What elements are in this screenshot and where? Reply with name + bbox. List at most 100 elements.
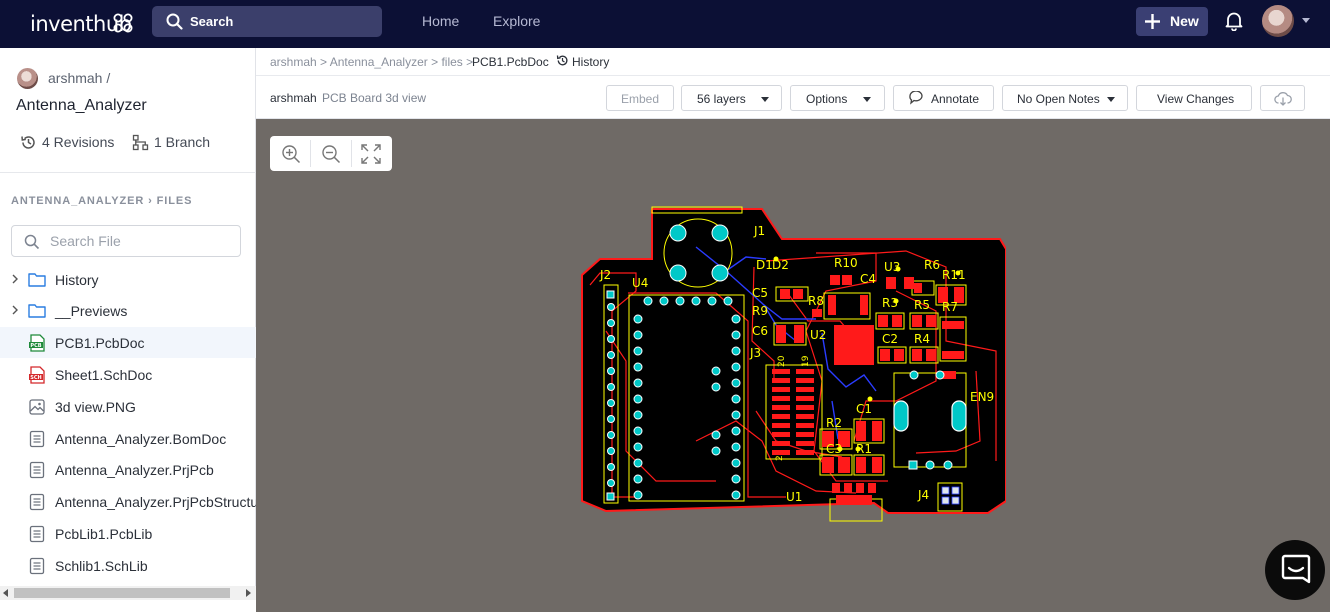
breadcrumb-current: PCB1.PcbDoc bbox=[472, 55, 549, 69]
zoom-out-button[interactable] bbox=[311, 136, 351, 171]
top-navbar: inventhub Search Home Explore New bbox=[0, 0, 1330, 48]
tree-item-3dview[interactable]: 3d view.PNG bbox=[0, 391, 256, 422]
breadcrumb-path[interactable]: arshmah > Antenna_Analyzer > files > bbox=[270, 55, 473, 69]
pcb-label: J1 bbox=[753, 224, 765, 238]
annotate-button[interactable]: Annotate bbox=[893, 85, 994, 111]
tree-item-label: __Previews bbox=[55, 303, 128, 319]
search-label: Search bbox=[190, 14, 234, 29]
open-notes-label: No Open Notes bbox=[1017, 92, 1100, 106]
chevron-right-icon[interactable] bbox=[11, 274, 19, 284]
plus-icon bbox=[1145, 14, 1160, 29]
tree-item-prjpcbstructure[interactable]: Antenna_Analyzer.PrjPcbStructure bbox=[0, 486, 271, 517]
tree-item-sheet1[interactable]: SCH Sheet1.SchDoc bbox=[0, 359, 256, 390]
user-avatar[interactable] bbox=[1262, 5, 1294, 37]
toolbar-owner[interactable]: arshmah bbox=[270, 91, 317, 105]
sidebar-divider bbox=[0, 172, 256, 173]
pcb-label: U2 bbox=[810, 328, 826, 342]
zoom-controls bbox=[270, 136, 392, 171]
download-button[interactable] bbox=[1260, 85, 1305, 111]
pcb-label: 2 bbox=[775, 455, 785, 461]
tree-item-pcblib1[interactable]: PcbLib1.PcbLib bbox=[0, 518, 256, 549]
global-search-button[interactable]: Search bbox=[152, 6, 382, 37]
pcb-label: C6 bbox=[752, 324, 768, 338]
history-link[interactable]: History bbox=[572, 55, 609, 69]
svg-text:PCB: PCB bbox=[30, 343, 41, 349]
file-search-input[interactable] bbox=[50, 232, 230, 250]
revisions-label: 4 Revisions bbox=[42, 134, 115, 150]
pcb-board-drawing[interactable]: J1 J2 U4 D1 D2 R10 U3 R6 R11 C5 R8 C4 R3… bbox=[576, 201, 1006, 527]
history-icon bbox=[556, 55, 568, 66]
bell-icon[interactable] bbox=[1225, 11, 1243, 31]
tree-item-previews[interactable]: __Previews bbox=[0, 295, 256, 326]
chevron-down-icon[interactable] bbox=[1302, 18, 1310, 23]
embed-label: Embed bbox=[621, 92, 660, 106]
tree-item-prjpcb[interactable]: Antenna_Analyzer.PrjPcb bbox=[0, 454, 256, 485]
tree-item-bomdoc[interactable]: Antenna_Analyzer.BomDoc bbox=[0, 423, 256, 454]
logo-mark-icon bbox=[113, 13, 133, 33]
viewer-toolbar: arshmah PCB Board 3d view Embed 56 layer… bbox=[256, 77, 1330, 119]
layers-dropdown[interactable]: 56 layers bbox=[681, 85, 782, 111]
pcb-label: C3 bbox=[826, 442, 842, 456]
pcb-viewer-canvas[interactable]: J1 J2 U4 D1 D2 R10 U3 R6 R11 C5 R8 C4 R3… bbox=[256, 119, 1330, 612]
open-notes-dropdown[interactable]: No Open Notes bbox=[1002, 85, 1128, 111]
pcb-label: 19 bbox=[801, 355, 811, 367]
cloud-download-icon bbox=[1274, 92, 1292, 106]
repo-owner-link[interactable]: arshmah / bbox=[48, 70, 110, 86]
annotate-icon bbox=[909, 91, 923, 105]
nav-explore-link[interactable]: Explore bbox=[493, 13, 540, 29]
file-breadcrumb: arshmah > Antenna_Analyzer > files > PCB… bbox=[256, 48, 1330, 76]
chat-launcher-button[interactable] bbox=[1265, 540, 1325, 600]
history-icon bbox=[21, 136, 35, 149]
pcb-label: J2 bbox=[599, 268, 611, 282]
scroll-right-arrow-icon[interactable] bbox=[246, 589, 251, 597]
pcb-label: D1 bbox=[756, 258, 773, 272]
tree-item-history[interactable]: History bbox=[0, 264, 256, 295]
document-icon bbox=[29, 461, 45, 479]
view-changes-button[interactable]: View Changes bbox=[1136, 85, 1252, 111]
pcb-label: 20 bbox=[777, 355, 787, 367]
tree-item-label: History bbox=[55, 272, 99, 288]
scroll-left-arrow-icon[interactable] bbox=[3, 589, 8, 597]
folder-icon bbox=[28, 273, 46, 287]
embed-button[interactable]: Embed bbox=[606, 85, 674, 111]
files-breadcrumb: ANTENNA_ANALYZER › FILES bbox=[11, 195, 193, 207]
options-dropdown[interactable]: Options bbox=[790, 85, 885, 111]
fit-screen-button[interactable] bbox=[351, 136, 391, 171]
pcb-label: R5 bbox=[914, 298, 930, 312]
file-search-box bbox=[11, 225, 241, 257]
scrollbar-thumb[interactable] bbox=[14, 588, 230, 598]
chevron-right-icon[interactable] bbox=[11, 305, 19, 315]
repo-name[interactable]: Antenna_Analyzer bbox=[16, 97, 147, 115]
nav-home-link[interactable]: Home bbox=[422, 13, 459, 29]
repo-sidebar: arshmah / Antenna_Analyzer 4 Revisions 1… bbox=[0, 48, 271, 612]
annotate-label: Annotate bbox=[931, 92, 980, 106]
folder-icon bbox=[28, 304, 46, 318]
chevron-down-icon bbox=[761, 97, 769, 102]
pcb-label: R1 bbox=[856, 442, 872, 456]
zoom-in-button[interactable] bbox=[271, 136, 311, 171]
tree-item-schlib1[interactable]: Schlib1.SchLib bbox=[0, 550, 256, 581]
pcb-label: R7 bbox=[942, 300, 958, 314]
chat-icon bbox=[1281, 554, 1311, 584]
pcb-label: R8 bbox=[808, 294, 824, 308]
new-button[interactable]: New bbox=[1136, 7, 1208, 36]
pcb-label: U1 bbox=[786, 490, 802, 504]
tree-item-label: PCB1.PcbDoc bbox=[55, 335, 145, 351]
tree-item-pcb1[interactable]: PCB PCB1.PcbDoc bbox=[0, 327, 256, 358]
tree-item-label: Sheet1.SchDoc bbox=[55, 367, 153, 383]
expand-icon bbox=[361, 144, 381, 164]
pcb-label: D2 bbox=[772, 258, 789, 272]
pcb-label: R3 bbox=[882, 296, 898, 310]
pcb-label: J3 bbox=[749, 346, 761, 360]
new-button-label: New bbox=[1170, 13, 1199, 29]
document-icon bbox=[29, 430, 45, 448]
chevron-down-icon bbox=[863, 97, 871, 102]
layers-label: 56 layers bbox=[697, 92, 746, 106]
sidebar-horizontal-scrollbar[interactable] bbox=[0, 586, 256, 612]
pcb-label: EN9 bbox=[970, 390, 994, 404]
tree-item-label: Antenna_Analyzer.PrjPcb bbox=[55, 462, 214, 478]
document-icon bbox=[29, 525, 45, 543]
chevron-down-icon bbox=[1107, 97, 1115, 102]
pcb-label: C2 bbox=[882, 332, 898, 346]
view-changes-label: View Changes bbox=[1157, 92, 1235, 106]
